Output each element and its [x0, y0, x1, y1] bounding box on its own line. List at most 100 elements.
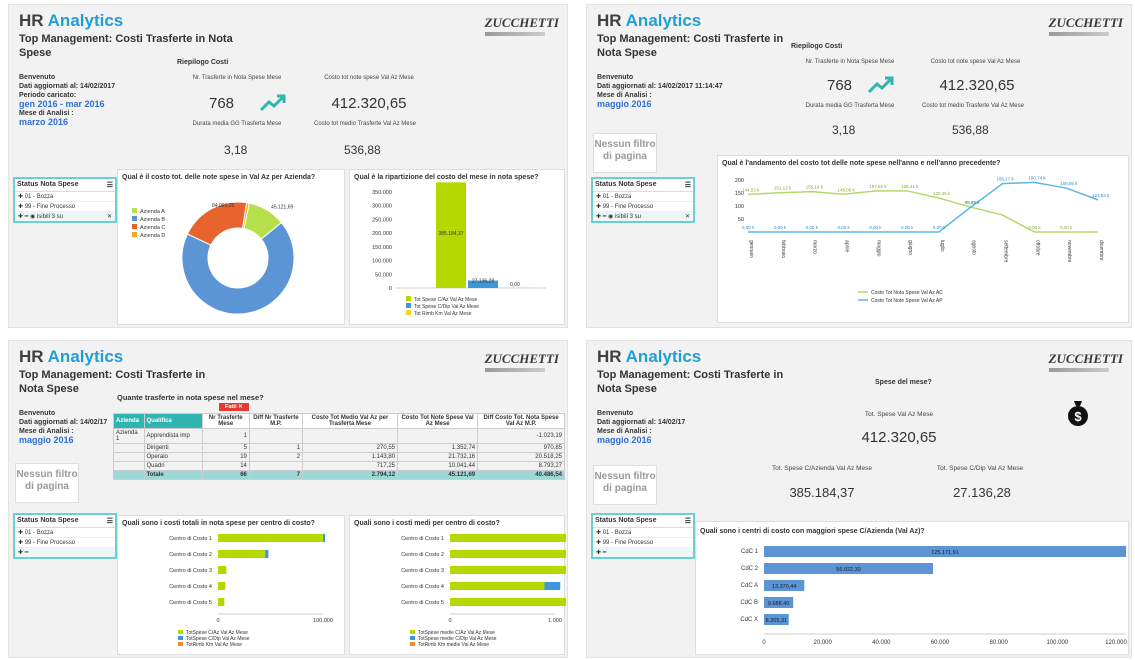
x-tick-label: febbraio: [780, 240, 786, 258]
close-icon[interactable]: ✕: [685, 213, 690, 220]
kpi-label-durata: Durata media GG Trasferta Mese: [805, 103, 895, 109]
y-tick-label: Centro di Costo 4: [401, 584, 444, 590]
table-row[interactable]: Dirigenti 5 1 270,55 1.352,74 970,85: [113, 443, 565, 453]
status-filter-header: Status Nota Spese ☰: [15, 179, 115, 192]
dashboard-panel-4: HR Analytics ZUCCHETTI Top Management: C…: [586, 340, 1132, 658]
kpi-label-durata: Durata media GG Trasferta Mese: [192, 121, 282, 127]
menu-icon[interactable]: ☰: [685, 517, 691, 525]
x-tick-label: 60.000: [931, 640, 950, 646]
status-option-bozza[interactable]: ✚ 01 - Bozza: [593, 192, 693, 202]
month-value[interactable]: maggio 2016: [597, 100, 723, 109]
riepilogo-title: Riepilogo Costi: [177, 59, 229, 66]
y-tick-label: 200.000: [372, 231, 392, 237]
bar-segment: [450, 534, 566, 542]
y-tick-label: 100.000: [372, 259, 392, 265]
bar-data-label: 27.136,28: [472, 278, 494, 284]
table-cell: Dirigenti: [143, 443, 203, 453]
x-tick-label: gennaio: [748, 240, 754, 258]
status-filter-box[interactable]: Status Nota Spese ☰ ✚ 01 - Bozza ✚ 99 - F…: [591, 177, 695, 223]
month-value[interactable]: maggio 2016: [597, 436, 685, 445]
col-nr-trasferte[interactable]: Nr Trasferte Mese: [201, 413, 250, 429]
kpi-value-trasferte: 768: [209, 95, 235, 112]
legend-label: Azienda D: [140, 233, 165, 239]
status-filter-box[interactable]: Status Nota Spese ☰ ✚ 01 - Bozza ✚ 99 - F…: [13, 513, 117, 559]
kpi-label-costo-tot: Costo tot note spese Val Az Mese: [930, 59, 1021, 65]
welcome-text: Benvenuto: [597, 410, 634, 417]
status-option-fine[interactable]: ✚ 99 - Fine Processo: [15, 202, 115, 212]
updated-text: Dati aggiornati al: 14/02/17: [19, 419, 108, 426]
x-tick-label: 120.000: [1105, 640, 1127, 646]
y-tick-label: Centro di Costo 1: [169, 536, 212, 542]
point-data-label: 155,14 k: [806, 185, 824, 190]
period-value[interactable]: gen 2016 - mar 2016: [19, 100, 115, 109]
welcome-text: Benvenuto: [597, 74, 634, 81]
page-title: Top Management: Costi Trasferte in Nota …: [597, 369, 784, 395]
menu-icon[interactable]: ☰: [685, 181, 691, 189]
page-title: Top Management: Costi Trasferte in Nota …: [597, 33, 784, 59]
table-cell: Azienda 1: [113, 428, 145, 444]
spese-az-label: Tot. Spese C/Azienda Val Az Mese: [772, 465, 872, 472]
month-value[interactable]: maggio 2016: [19, 436, 107, 445]
col-diff-nr[interactable]: Diff Nr Trasferte M.P.: [248, 413, 303, 429]
status-filter-title: Status Nota Spese: [17, 517, 79, 524]
table-cell: 21.732,16: [397, 452, 479, 462]
zucchetti-logo: ZUCCHETTI: [485, 15, 559, 36]
status-option-bozza[interactable]: ✚ 01 - Bozza: [15, 192, 115, 202]
status-filter-footer[interactable]: ✚ ━: [593, 548, 693, 557]
x-tick-label: 1.000: [548, 618, 562, 624]
col-costo-tot[interactable]: Costo Tot Note Spese Val Az Mese: [397, 413, 479, 429]
menu-icon[interactable]: ☰: [107, 181, 113, 189]
status-filter-box[interactable]: Status Nota Spese ☰ ✚ 01 - Bozza ✚ 99 - F…: [591, 513, 695, 559]
table-cell: 1: [201, 428, 250, 444]
col-qualifica[interactable]: Qualifica: [143, 413, 203, 429]
legend-label: Azienda B: [140, 217, 165, 223]
table-row[interactable]: Quadri 14 717,25 10.041,44 8.793,27: [113, 461, 565, 471]
table-cell: 7: [248, 470, 303, 480]
table-cell: Quadri: [143, 461, 203, 471]
table-row[interactable]: Azienda 1 Apprendista imp 1 -1.023,19: [113, 428, 565, 444]
legend-swatch: [178, 636, 183, 640]
table-row[interactable]: Operaio 19 2 1.143,80 21.732,16 20.518,25: [113, 452, 565, 462]
menu-icon[interactable]: ☰: [107, 517, 113, 525]
status-option-bozza[interactable]: ✚ 01 - Bozza: [593, 528, 693, 538]
status-option-fine[interactable]: ✚ 99 - Fine Processo: [593, 202, 693, 212]
col-azienda[interactable]: Azienda: [113, 413, 145, 429]
table-cell: 2: [248, 452, 303, 462]
legend-swatch: [406, 296, 411, 301]
status-option-bozza[interactable]: ✚ 01 - Bozza: [15, 528, 115, 538]
filter-tag[interactable]: Fatti ✕: [219, 403, 249, 411]
table-title: Quante trasferte in nota spese nel mese?: [117, 393, 264, 402]
status-filter-footer[interactable]: ✚ ━: [15, 548, 115, 557]
legend-swatch: [410, 636, 415, 640]
col-costo-medio[interactable]: Costo Tot Medio Val Az per Trasferta Mes…: [301, 413, 399, 429]
money-bag-icon: $: [1067, 399, 1089, 432]
y-tick-label: CdC X: [740, 617, 758, 623]
y-tick-label: Centro di Costo 5: [169, 600, 212, 606]
point-data-label: 78,73 k: [965, 200, 981, 205]
status-filter-footer[interactable]: ✚ ━ ◉ isibili 3 su ✕: [593, 212, 693, 221]
status-filter-footer[interactable]: ✚ ━ ◉ isibili 3 su ✕: [15, 212, 115, 221]
month-value[interactable]: marzo 2016: [19, 118, 115, 127]
table-row[interactable]: Totale 66 7 2.794,12 45.121,69 40.486,54: [113, 470, 565, 480]
x-tick-label: luglio: [939, 240, 945, 252]
donut-chart: 45.121,69 84.090,25 Azienda A Azienda B Azie…: [132, 201, 295, 315]
table-cell: [113, 470, 145, 480]
status-option-fine[interactable]: ✚ 99 - Fine Processo: [15, 538, 115, 548]
table-cell: 40.486,54: [477, 470, 565, 480]
table-cell: 8.793,27: [477, 461, 565, 471]
brand-analytics: Analytics: [47, 11, 124, 30]
status-option-label: 99 - Fine Processo: [602, 204, 654, 210]
status-filter-box[interactable]: Status Nota Spese ☰ ✚ 01 - Bozza ✚ 99 - F…: [13, 177, 117, 223]
point-data-label: 186,17 k: [997, 177, 1015, 182]
kpi-label-trasferte: Nr. Trasferte in Nota Spese Mese: [192, 75, 282, 81]
bar-data-label: 385.184,37: [438, 231, 463, 237]
x-tick-label: 40.000: [872, 640, 891, 646]
table-cell: 970,85: [477, 443, 565, 453]
close-icon[interactable]: ✕: [107, 213, 112, 220]
point-data-label: 157,82 k: [869, 184, 887, 189]
col-diff-costo[interactable]: Diff Costo Tot. Nota Spese Val Az M.P.: [477, 413, 565, 429]
status-option-fine[interactable]: ✚ 99 - Fine Processo: [593, 538, 693, 548]
kpi-value-costo-medio: 536,88: [952, 123, 989, 137]
table-header-row: Azienda Qualifica Nr Trasferte Mese Diff…: [113, 413, 565, 429]
hbar1-chart: Centro di Costo 1 Centro di Costo 2 Centro…: [169, 534, 333, 648]
